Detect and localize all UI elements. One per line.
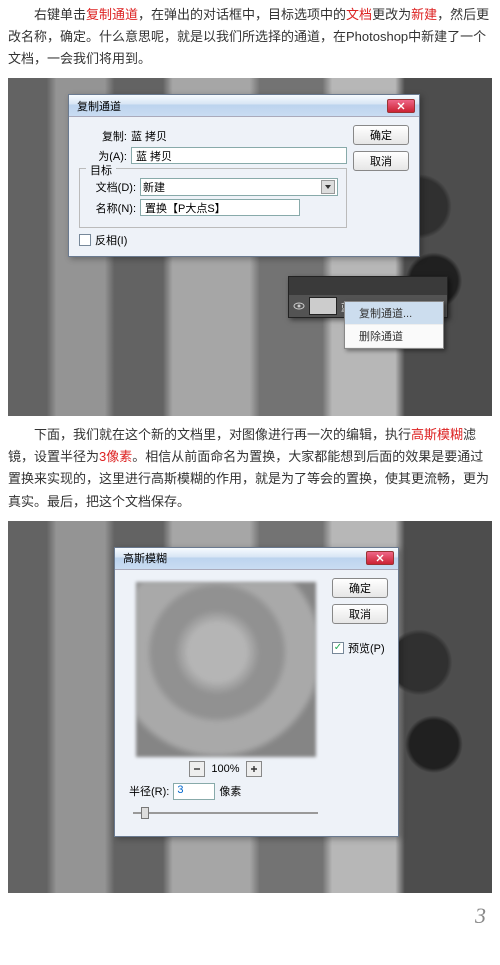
text: ，在弹出的对话框中，目标选项中的 bbox=[138, 7, 346, 22]
slider-track bbox=[133, 812, 318, 814]
text: 更改为 bbox=[372, 7, 411, 22]
dialog-titlebar[interactable]: 复制通道 bbox=[69, 95, 419, 117]
dialog-right: 确定 取消 bbox=[353, 125, 409, 248]
zoom-value: 100% bbox=[211, 763, 239, 775]
dialog-body: 100% 半径(R): 3 像素 确定 取消 bbox=[115, 570, 398, 836]
menu-item-delete[interactable]: 删除通道 bbox=[345, 325, 443, 348]
radius-input[interactable]: 3 bbox=[173, 783, 215, 800]
row-document: 文档(D): 新建 bbox=[88, 178, 338, 196]
channel-thumbnail bbox=[309, 297, 337, 315]
text-red: 3像素 bbox=[99, 449, 132, 464]
text-red: 复制通道 bbox=[86, 7, 138, 22]
select-value: 新建 bbox=[143, 179, 165, 195]
label: 名称(N): bbox=[88, 200, 136, 216]
cancel-button[interactable]: 取消 bbox=[353, 151, 409, 171]
checkbox-icon bbox=[79, 234, 91, 246]
close-icon bbox=[397, 102, 405, 110]
checkbox-label: 反相(I) bbox=[95, 232, 127, 248]
value: 蓝 拷贝 bbox=[131, 128, 167, 144]
screenshot-duplicate-channel: 复制通道 复制: 蓝 拷贝 为(A): 蓝 拷贝 目标 文档(D): bbox=[8, 78, 492, 416]
paragraph-2: 下面，我们就在这个新的文档里，对图像进行再一次的编辑，执行高斯模糊滤镜，设置半径… bbox=[0, 420, 500, 516]
text: 下面，我们就在这个新的文档里，对图像进行再一次的编辑，执行 bbox=[34, 427, 411, 442]
row-name: 名称(N): 置换【P大点S】 bbox=[88, 199, 338, 216]
menu-item-duplicate[interactable]: 复制通道... bbox=[345, 302, 443, 325]
dialog-gaussian-blur: 高斯模糊 100% 半径(R): 3 bbox=[114, 547, 399, 837]
screenshot-gaussian-blur: 高斯模糊 100% 半径(R): 3 bbox=[8, 521, 492, 893]
zoom-row: 100% bbox=[125, 761, 326, 777]
close-icon bbox=[376, 554, 384, 562]
text-red: 高斯模糊 bbox=[411, 427, 463, 442]
row-copy: 复制: 蓝 拷贝 bbox=[79, 128, 347, 144]
context-menu: 复制通道... 删除通道 bbox=[344, 301, 444, 349]
cancel-button[interactable]: 取消 bbox=[332, 604, 388, 624]
panel-header bbox=[289, 277, 447, 295]
radius-unit: 像素 bbox=[219, 783, 241, 799]
eye-icon bbox=[293, 300, 305, 312]
document-select[interactable]: 新建 bbox=[140, 178, 338, 196]
dialog-titlebar[interactable]: 高斯模糊 bbox=[115, 548, 398, 570]
zoom-in-button[interactable] bbox=[246, 761, 262, 777]
text-red: 文档 bbox=[346, 7, 372, 22]
dialog-left: 100% 半径(R): 3 像素 bbox=[125, 578, 326, 828]
radius-row: 半径(R): 3 像素 bbox=[129, 783, 322, 800]
page-number: 3 bbox=[0, 897, 500, 939]
zoom-out-button[interactable] bbox=[189, 761, 205, 777]
label: 复制: bbox=[79, 128, 127, 144]
text-red: 新建 bbox=[411, 7, 437, 22]
checkbox-invert[interactable]: 反相(I) bbox=[79, 232, 347, 248]
name-input[interactable]: 置换【P大点S】 bbox=[140, 199, 300, 216]
minus-icon bbox=[192, 764, 202, 774]
dialog-right: 确定 取消 预览(P) bbox=[332, 578, 388, 828]
close-button[interactable] bbox=[387, 99, 415, 113]
label: 文档(D): bbox=[88, 179, 136, 195]
paragraph-1: 右键单击复制通道，在弹出的对话框中，目标选项中的文档更改为新建，然后更改名称，确… bbox=[0, 0, 500, 74]
plus-icon bbox=[249, 764, 259, 774]
dialog-left: 复制: 蓝 拷贝 为(A): 蓝 拷贝 目标 文档(D): 新建 bbox=[79, 125, 347, 248]
checkbox-label: 预览(P) bbox=[348, 640, 385, 656]
ok-button[interactable]: 确定 bbox=[353, 125, 409, 145]
dialog-body: 复制: 蓝 拷贝 为(A): 蓝 拷贝 目标 文档(D): 新建 bbox=[69, 117, 419, 256]
fieldset-target: 目标 文档(D): 新建 名称(N): 置换【P大点S】 bbox=[79, 168, 347, 228]
dialog-title: 复制通道 bbox=[77, 98, 387, 114]
checkbox-preview[interactable]: 预览(P) bbox=[332, 640, 388, 656]
dialog-title: 高斯模糊 bbox=[123, 550, 366, 566]
close-button[interactable] bbox=[366, 551, 394, 565]
ok-button[interactable]: 确定 bbox=[332, 578, 388, 598]
checkbox-icon bbox=[332, 642, 344, 654]
radius-label: 半径(R): bbox=[129, 783, 169, 799]
text: 右键单击 bbox=[34, 7, 86, 22]
chevron-down-icon bbox=[321, 180, 335, 194]
as-input[interactable]: 蓝 拷贝 bbox=[131, 147, 347, 164]
radius-slider[interactable] bbox=[133, 806, 318, 820]
slider-thumb[interactable] bbox=[141, 807, 149, 819]
preview-image[interactable] bbox=[136, 582, 316, 757]
fieldset-label: 目标 bbox=[86, 162, 116, 178]
dialog-duplicate-channel: 复制通道 复制: 蓝 拷贝 为(A): 蓝 拷贝 目标 文档(D): bbox=[68, 94, 420, 257]
row-as: 为(A): 蓝 拷贝 bbox=[79, 147, 347, 164]
